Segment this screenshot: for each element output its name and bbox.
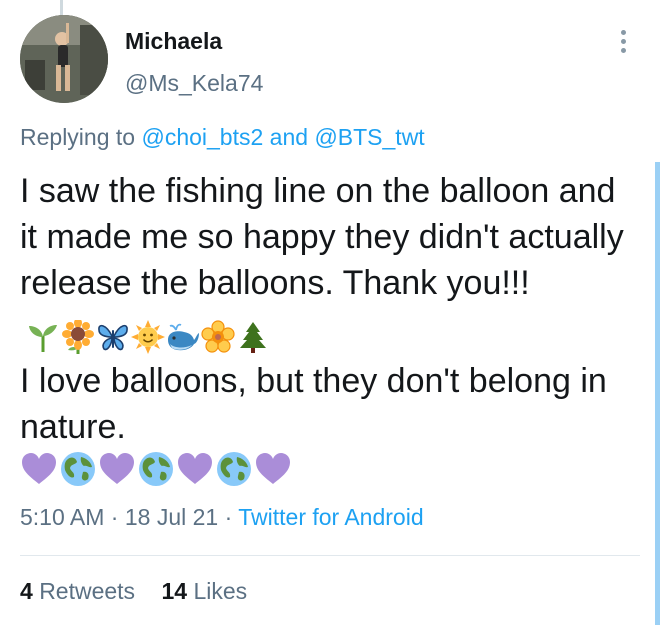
seedling-icon (26, 320, 60, 354)
purple-heart-icon (98, 450, 136, 488)
retweets-stat[interactable]: 4 Retweets (20, 578, 135, 604)
evergreen-tree-icon (236, 320, 270, 354)
retweets-count: 4 (20, 578, 33, 604)
author-handle[interactable]: @Ms_Kela74 (125, 70, 263, 97)
replying-prefix: Replying to (20, 124, 136, 150)
nature-emoji-row (26, 312, 271, 358)
globe-icon (59, 450, 97, 488)
tweet-date[interactable]: 18 Jul 21 (125, 504, 218, 530)
blossom-icon (201, 320, 235, 354)
replying-to-line: Replying to @choi_bts2 and @BTS_twt (20, 124, 425, 151)
purple-heart-icon (20, 450, 58, 488)
sunflower-icon (61, 320, 95, 355)
avatar[interactable] (20, 15, 108, 103)
more-options-icon[interactable] (612, 30, 634, 58)
retweets-label: Retweets (39, 578, 136, 604)
thread-connector-line (60, 0, 63, 15)
meta-separator: · (110, 504, 119, 530)
scrollbar[interactable] (655, 162, 660, 625)
likes-stat[interactable]: 14 Likes (161, 578, 247, 604)
likes-count: 14 (161, 578, 188, 604)
tweet-body: I saw the fishing line on the balloon an… (20, 168, 640, 450)
likes-label: Likes (193, 578, 248, 604)
tweet-text-part1: I saw the fishing line on the balloon an… (20, 172, 624, 302)
butterfly-icon (96, 320, 130, 354)
whale-icon (166, 320, 200, 354)
heart-globe-emoji-row (20, 450, 293, 490)
tweet-time[interactable]: 5:10 AM (20, 504, 104, 530)
engagement-stats: 4 Retweets 14 Likes (20, 578, 267, 605)
tweet-source-link[interactable]: Twitter for Android (238, 504, 423, 530)
globe-icon (215, 450, 253, 488)
tweet-text-part2: I love balloons, but they don't belong i… (20, 362, 607, 446)
globe-icon (137, 450, 175, 488)
reply-mention-bts-twt[interactable]: @BTS_twt (314, 124, 424, 150)
purple-heart-icon (176, 450, 214, 488)
reply-mention-choi-bts2[interactable]: @choi_bts2 (141, 124, 263, 150)
sun-face-icon (131, 320, 165, 355)
reply-conjunction[interactable]: and (270, 124, 308, 150)
tweet-meta: 5:10 AM · 18 Jul 21 · Twitter for Androi… (20, 504, 424, 531)
meta-separator: · (224, 504, 233, 530)
divider (20, 555, 640, 556)
purple-heart-icon (254, 450, 292, 488)
author-display-name[interactable]: Michaela (125, 28, 222, 55)
